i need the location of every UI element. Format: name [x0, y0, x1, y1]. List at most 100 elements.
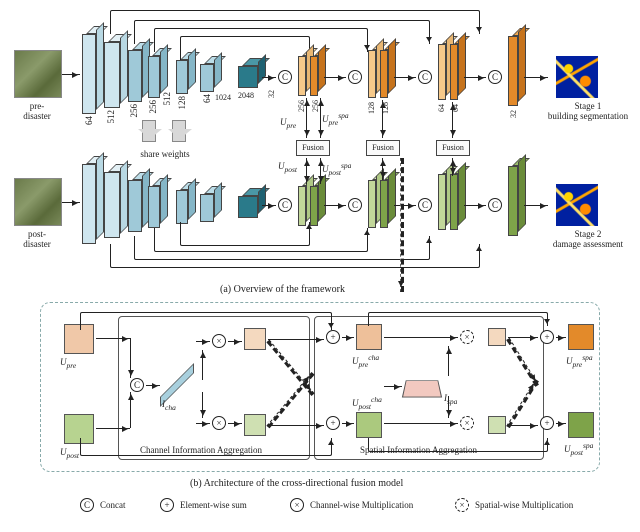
dim-64b: 64: [203, 94, 213, 103]
dec-post-4: [508, 166, 518, 236]
b-a2v: [130, 392, 131, 428]
b-a12: [384, 386, 402, 387]
b-chanmul-1: ×: [212, 334, 226, 348]
dec-post-1b: [310, 186, 318, 226]
fus-arr-1b: [306, 158, 307, 184]
arrow-pre-in: [62, 74, 80, 75]
b-a12t: [448, 346, 449, 376]
share-weights-arrow-2: [172, 120, 186, 142]
leg-elemsum-sym: +: [160, 498, 174, 512]
dim-64a: 64: [85, 116, 95, 125]
dim-128a: 128: [178, 96, 188, 110]
b-lbl-Upre: Upre: [60, 358, 76, 370]
b-a4v: [202, 350, 203, 380]
enc-pre-4: [148, 56, 160, 98]
dec-arr-t5: [524, 77, 548, 78]
b-lbl-Ispa: Ispa: [444, 394, 457, 406]
caption-a: (a) Overview of the framework: [220, 284, 345, 295]
b-a11: [342, 423, 354, 424]
b-a17: [556, 337, 566, 338]
b-lbl-Upost-spa-out: Upostspa: [564, 442, 593, 457]
dec-arr-b1: [262, 205, 276, 206]
dim-256b: 256: [149, 100, 159, 114]
dec-arr-t1: [262, 77, 276, 78]
concat-top-1: C: [278, 70, 292, 84]
b-a12b: [448, 396, 449, 418]
concat-top-3: C: [418, 70, 432, 84]
b-skip-bot: [80, 438, 332, 456]
fusion-2: Fusion: [366, 140, 400, 156]
b-skip2-top: [368, 312, 548, 326]
b-skip2-bot: [368, 438, 548, 452]
dec-arr-t4: [464, 77, 486, 78]
dec-pre-1a: [298, 56, 306, 96]
output-stage1: [556, 56, 598, 98]
dim-d128a: 128: [368, 102, 377, 114]
dec-post-2a: [368, 180, 376, 228]
enc-post-6: [200, 194, 214, 222]
b-lbl-Upost: Upost: [60, 448, 79, 460]
fus-arr-2t: [382, 100, 383, 138]
b-a5v: [202, 392, 203, 418]
leg-chanmul-sym: ×: [290, 498, 304, 512]
b-Upre-spa: [568, 324, 594, 350]
dec-arr-b2: [324, 205, 346, 206]
concat-bot-1: C: [278, 198, 292, 212]
fus-arr-1bR: [320, 158, 321, 184]
b-a13: [384, 337, 458, 338]
dim-512a: 512: [107, 110, 117, 124]
leg-concat: Concat: [100, 500, 126, 510]
dec-pre-3b: [450, 44, 458, 100]
fusion-1: Fusion: [296, 140, 330, 156]
enc-pre-1: [82, 34, 96, 114]
dec-arr-t2: [324, 77, 346, 78]
enc-pre-5: [176, 60, 188, 94]
dim-2048: 2048: [238, 92, 254, 101]
dec-pre-2b: [380, 50, 388, 98]
b-res-pre-cha: [244, 328, 266, 350]
enc-pre-7: [238, 66, 258, 88]
b-Upost-cha: [356, 412, 382, 438]
b-chanmul-2: ×: [212, 416, 226, 430]
leg-spatmul: Spatial-wise Multiplication: [475, 500, 573, 510]
b-sum-4: +: [540, 416, 554, 430]
fus-arr-2b: [382, 158, 383, 180]
dec-post-3b: [450, 174, 458, 230]
concat-bot-2: C: [348, 198, 362, 212]
fusion-3: Fusion: [436, 140, 470, 156]
b-a5: [196, 423, 210, 424]
b-a1: [96, 338, 130, 339]
lbl-Upost: Upost: [278, 162, 297, 174]
fus-arr-3b: [452, 158, 453, 176]
b-spatmul-2: ×: [460, 416, 474, 430]
b-Upre-cha: [356, 324, 382, 350]
b-a3: [146, 385, 160, 386]
leg-chanmul: Channel-wise Multiplication: [310, 500, 413, 510]
b-res-pre-spa: [488, 328, 506, 346]
output-stage2: [556, 184, 598, 226]
enc-post-3: [128, 180, 142, 232]
b-a7: [228, 423, 242, 424]
b-sum-2: +: [326, 416, 340, 430]
enc-pre-2: [104, 42, 120, 108]
arrow-post-in: [62, 202, 80, 203]
dec-arr-t3: [394, 77, 416, 78]
b-a4: [196, 341, 210, 342]
b-a15: [508, 337, 538, 338]
b-res-post-spa: [488, 416, 506, 434]
label-pre-disaster: pre- disaster: [10, 102, 64, 122]
label-stage2: Stage 2 damage assessment: [540, 230, 636, 250]
dec-arr-b3: [394, 205, 416, 206]
label-share-weights: share weights: [130, 150, 200, 160]
fus-arr-3t: [452, 102, 453, 138]
fus-arr-1t: [306, 98, 307, 138]
dim-1024: 1024: [215, 94, 231, 103]
leg-spatmul-sym: ×: [455, 498, 469, 512]
b-concat: C: [130, 378, 144, 392]
dec-post-3a: [438, 174, 446, 230]
caption-b: (b) Architecture of the cross-directiona…: [190, 478, 403, 489]
b-Upost-spa: [568, 412, 594, 438]
b-a14: [384, 423, 458, 424]
lbl-Upre: Upre: [280, 118, 296, 130]
leg-concat-sym: C: [80, 498, 94, 512]
